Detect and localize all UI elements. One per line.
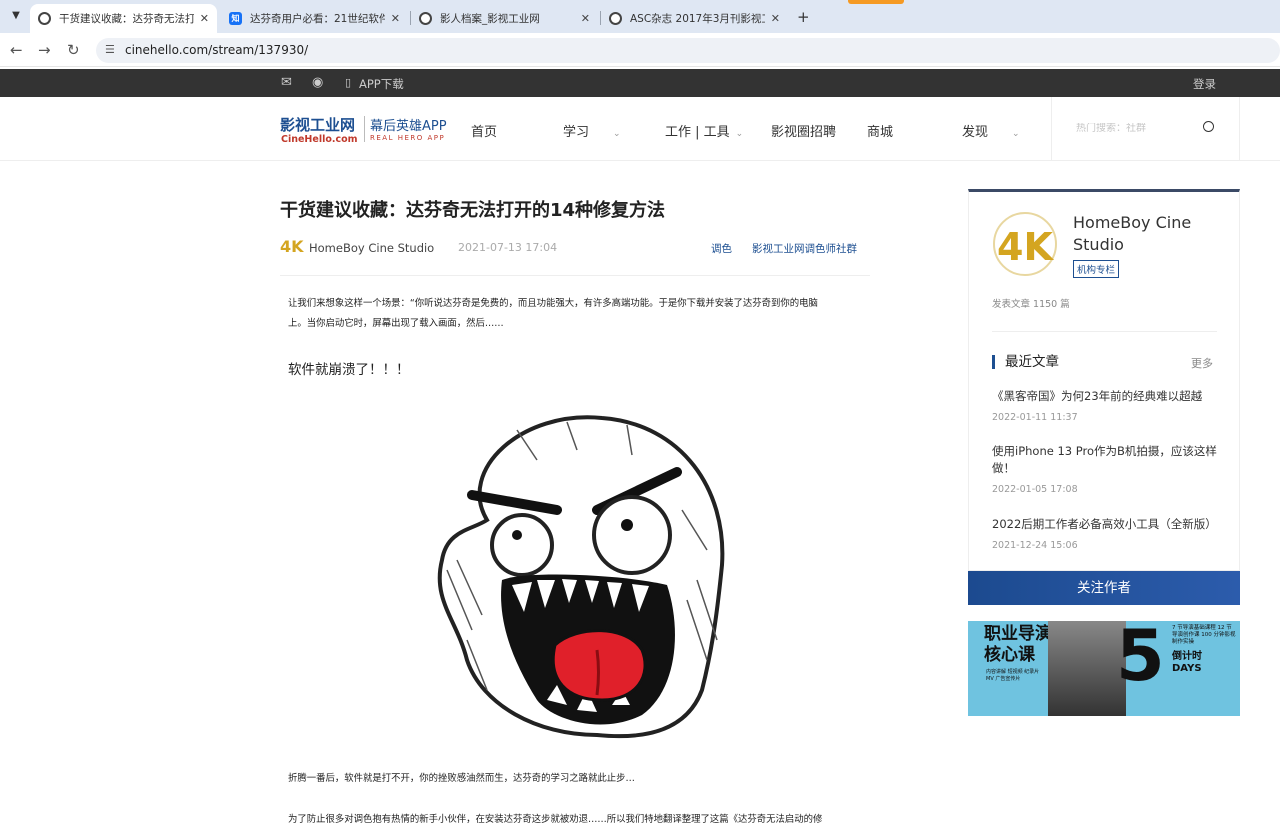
nav-jobs[interactable]: 影视圈招聘 <box>771 121 836 140</box>
nav-label: 发现 <box>962 125 989 140</box>
search-input[interactable] <box>1076 123 1196 134</box>
search-area <box>1051 97 1240 160</box>
close-tab-icon[interactable]: ✕ <box>391 12 400 25</box>
nav-label: 影视圈招聘 <box>771 125 837 140</box>
close-tab-icon[interactable]: ✕ <box>771 12 780 25</box>
browser-tab-3[interactable]: 影人档案_影视工业网 ✕ <box>411 4 598 33</box>
phone-icon: ▯ <box>345 76 352 89</box>
close-tab-icon[interactable]: ✕ <box>200 12 209 25</box>
recent-article-link[interactable]: 2022后期工作者必备高效小工具（全新版） <box>992 516 1217 533</box>
nav-work-tools[interactable]: 工作 | 工具 ⌄ <box>665 121 743 140</box>
site-header: 影视工业网 CineHello.com 幕后英雄APP REAL HERO AP… <box>0 97 1280 161</box>
article-emphasis: 软件就崩溃了！！！ <box>288 362 410 378</box>
author-name[interactable]: HomeBoy Cine Studio <box>1073 212 1223 256</box>
banner-countdown-label: 倒计时 <box>1172 651 1202 662</box>
author-card: 4K HomeBoy Cine Studio 机构专栏 发表文章 1150 篇 … <box>968 189 1240 571</box>
recent-article-link[interactable]: 《黑客帝国》为何23年前的经典难以超越 <box>992 388 1217 405</box>
author-avatar-text: 4K <box>997 225 1054 269</box>
zhihu-favicon-icon: 知 <box>229 12 242 25</box>
author-avatar[interactable]: 4K <box>992 210 1058 278</box>
post-count: 发表文章 1150 篇 <box>992 299 1070 310</box>
close-tab-icon[interactable]: ✕ <box>581 12 590 25</box>
browser-tab-2[interactable]: 知 达芬奇用户必看：21世纪软件开 ✕ <box>221 4 408 33</box>
nav-label: 商城 <box>867 125 894 140</box>
nav-discover[interactable]: 发现 ⌄ <box>962 121 1020 140</box>
article-author[interactable]: HomeBoy Cine Studio <box>309 241 434 255</box>
recent-article-date: 2021-12-24 15:06 <box>992 540 1078 551</box>
eye-favicon-icon <box>609 12 622 25</box>
login-link[interactable]: 登录 <box>1193 76 1216 92</box>
app-logo-english: REAL HERO APP <box>370 134 446 142</box>
chevron-down-icon: ⌄ <box>1012 129 1020 139</box>
banner-title: 职业导演 核心课 <box>984 624 1052 666</box>
follow-author-button[interactable]: 关注作者 <box>968 571 1240 605</box>
banner-countdown-number: 5 <box>1116 621 1165 697</box>
article-tag[interactable]: 调色 <box>711 241 732 256</box>
url-text: cinehello.com/stream/137930/ <box>125 43 309 57</box>
site-logo-domain: CineHello.com <box>281 134 358 145</box>
course-ad-banner[interactable]: 职业导演 核心课 内容讲解 短视频 纪录片 MV 广告宣传片 5 7 节导演基础课… <box>968 621 1240 716</box>
org-column-badge: 机构专栏 <box>1073 260 1120 278</box>
recent-articles-heading: 最近文章 <box>992 355 1059 369</box>
banner-countdown: 倒计时 DAYS <box>1172 651 1202 675</box>
recent-article-date: 2022-01-11 11:37 <box>992 412 1078 423</box>
site-logo[interactable]: 影视工业网 <box>280 114 355 135</box>
tab-label: ASC杂志 2017年3月刊影视工业 <box>630 13 765 25</box>
back-arrow-icon[interactable]: ← <box>10 41 23 59</box>
recent-article-link[interactable]: 使用iPhone 13 Pro作为B机拍摄，应该这样做！ <box>992 443 1217 477</box>
article-title: 干货建议收藏：达芬奇无法打开的14种修复方法 <box>280 200 666 221</box>
weibo-icon[interactable]: ◉ <box>312 75 323 90</box>
url-field[interactable]: ☰ cinehello.com/stream/137930/ <box>96 38 1280 63</box>
chevron-down-icon: ⌄ <box>735 129 744 139</box>
eye-favicon-icon <box>419 12 432 25</box>
tab-label: 干货建议收藏：达芬奇无法打开 <box>59 13 194 25</box>
eye-favicon-icon <box>38 12 51 25</box>
nav-label: 首页 <box>471 125 498 140</box>
nav-learn[interactable]: 学习 ⌄ <box>563 121 621 140</box>
site-top-bar: ✉ ◉ ▯ APP下载 登录 <box>0 69 1280 97</box>
extension-indicator <box>848 0 904 4</box>
banner-photo <box>1048 621 1126 716</box>
banner-left-text: 内容讲解 短视频 纪录片 MV 广告宣传片 <box>986 669 1040 682</box>
search-icon[interactable] <box>1203 121 1214 132</box>
browser-tab-1[interactable]: 干货建议收藏：达芬奇无法打开 ✕ <box>30 4 217 33</box>
tab-label: 影人档案_影视工业网 <box>440 13 540 25</box>
site-settings-icon[interactable]: ☰ <box>105 43 115 56</box>
article-paragraph: 为了防止很多对调色抱有热情的新手小伙伴，在安装达芬奇这步就被劝退……所以我们特地… <box>288 814 823 825</box>
more-link[interactable]: 更多 <box>1191 355 1213 371</box>
reload-icon[interactable]: ↻ <box>67 41 80 59</box>
app-download-link[interactable]: APP下载 <box>359 76 404 92</box>
rage-face-image <box>427 400 727 745</box>
nav-label: 学习 <box>563 125 590 140</box>
banner-title-line: 职业导演 <box>984 624 1052 644</box>
app-logo[interactable]: 幕后英雄APP <box>370 115 447 134</box>
article-date: 2021-07-13 17:04 <box>458 241 558 254</box>
banner-days-label: DAYS <box>1172 663 1202 674</box>
nav-label: 工作 | 工具 <box>665 125 730 140</box>
nav-home[interactable]: 首页 <box>471 121 497 140</box>
meta-divider <box>280 275 870 276</box>
tab-label: 达芬奇用户必看：21世纪软件开 <box>250 13 385 25</box>
logo-divider <box>364 116 365 142</box>
recent-article-date: 2022-01-05 17:08 <box>992 484 1078 495</box>
wechat-icon[interactable]: ✉ <box>281 75 292 90</box>
new-tab-plus-icon[interactable]: + <box>797 8 810 26</box>
browser-tab-4[interactable]: ASC杂志 2017年3月刊影视工业 ✕ <box>601 4 788 33</box>
banner-title-line: 核心课 <box>984 645 1035 665</box>
author-logo[interactable]: 4K <box>280 237 304 256</box>
forward-arrow-icon[interactable]: → <box>38 41 51 59</box>
tab-search-chevron-icon[interactable]: ▼ <box>6 6 26 26</box>
article-paragraph: 让我们来想象这样一个场景：“你听说达芬奇是免费的，而且功能强大，有许多高端功能。… <box>288 298 818 309</box>
article-tag[interactable]: 影视工业网调色师社群 <box>752 241 857 256</box>
chevron-down-icon: ⌄ <box>613 129 621 139</box>
address-bar-row: ← → ↻ ☰ cinehello.com/stream/137930/ <box>0 33 1280 67</box>
card-divider <box>992 331 1217 332</box>
browser-tab-bar: ▼ 干货建议收藏：达芬奇无法打开 ✕ 知 达芬奇用户必看：21世纪软件开 ✕ 影… <box>0 0 1280 33</box>
nav-shop[interactable]: 商城 <box>867 121 893 140</box>
article-paragraph: 折腾一番后，软件就是打不开，你的挫败感油然而生，达芬奇的学习之路就此止步… <box>288 773 635 784</box>
banner-course-info: 7 节导演基础课程 12 节导演创作课 100 分钟影视制作实操 <box>1172 625 1236 645</box>
article-paragraph: 上。当你启动它时，屏幕出现了载入画面，然后…… <box>288 318 504 329</box>
